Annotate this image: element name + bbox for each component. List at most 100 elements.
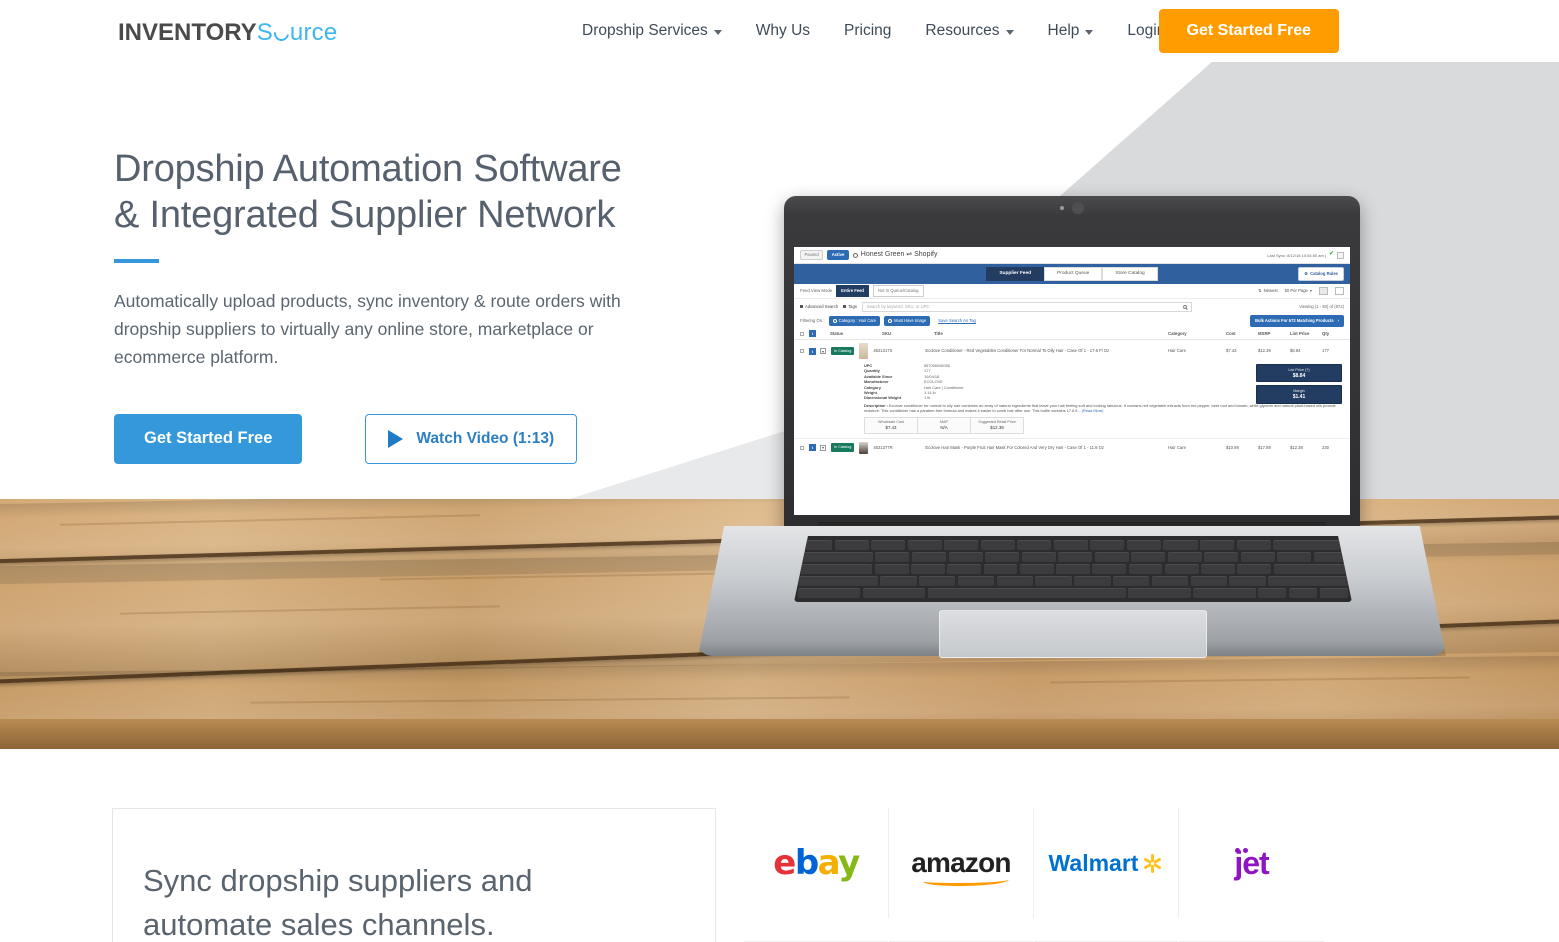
product-detail-panel: UPC 857096006055 Quantity 177 Available … [794, 362, 1350, 438]
sort-newest-button[interactable]: ⇅ Newest [1258, 288, 1277, 293]
status-badge: In Catalog [831, 346, 855, 356]
logo-text-urce: urce [289, 19, 338, 46]
remove-icon[interactable] [832, 318, 837, 323]
list-price-box[interactable]: List Price (?) $8.84 [1256, 364, 1342, 383]
nav-label: Help [1047, 22, 1080, 39]
hero-get-started-button[interactable]: Get Started Free [114, 413, 303, 464]
status-active-button[interactable]: Active [827, 249, 849, 261]
column-sku: SKU [882, 330, 892, 336]
tab-store-catalog[interactable]: Store Catalog [1102, 266, 1158, 282]
list-view-icon[interactable] [1319, 287, 1328, 295]
logo-cell-jet[interactable]: jet [1179, 808, 1324, 942]
row-checkbox[interactable] [800, 349, 804, 353]
row-qty: 230 [1322, 445, 1329, 451]
integration-title-text: Honest Green ⇌ Shopify [860, 250, 938, 258]
info-toggle-icon[interactable]: i [809, 330, 816, 337]
detail-key: Dimensional Weight [864, 395, 902, 401]
nav-label: Pricing [844, 22, 892, 39]
toggle-not-in-queue[interactable]: Not In Queue/Catalog [872, 285, 924, 297]
app-header-bar: Paused Active Honest Green ⇌ Shopify Las… [794, 247, 1350, 264]
nav-item-dropship-services[interactable]: Dropship Services [565, 22, 739, 40]
laptop-trackpad [939, 610, 1207, 658]
toggle-entire-feed[interactable]: Entire Feed [836, 285, 869, 297]
price-label: MAP [940, 419, 948, 424]
filter-chip-category[interactable]: Category : Hair Care [828, 316, 881, 326]
accent-divider [114, 258, 159, 263]
chevron-right-icon: › [1337, 318, 1339, 324]
grid-view-icon[interactable] [1335, 287, 1344, 295]
logo-cell-amazon[interactable]: amazon [889, 808, 1034, 942]
logo-text-s: S [256, 19, 273, 46]
hero-cta-group: Get Started Free Watch Video (1:13) [114, 413, 714, 464]
per-page-select[interactable]: 50 Per Page ▾ [1285, 288, 1312, 293]
advanced-search-toggle[interactable]: Advanced Search [800, 304, 838, 309]
table-row[interactable]: i ▾ In Catalog 4621377R Ecolove Hair Mas… [794, 437, 1350, 457]
watch-video-button[interactable]: Watch Video (1:13) [365, 413, 578, 464]
plus-icon [800, 305, 803, 308]
price-value: $12.39 [990, 425, 1004, 431]
row-title: Ecolove Conditioner - Red Vegetables Con… [925, 348, 1110, 354]
brand-logo[interactable]: INVENTORYS urce [118, 19, 337, 47]
select-all-checkbox[interactable] [800, 331, 804, 336]
search-input[interactable]: Search by keyword, SKU, or UPC [861, 301, 1192, 312]
bulk-actions-button[interactable]: Bulk Actions For 672 Matching Products › [1250, 315, 1344, 327]
tags-toggle[interactable]: Tags [843, 304, 857, 309]
filter-row: Filtering On : Category : Hair Care Must… [794, 314, 1350, 328]
filter-chip-must-have-image[interactable]: Must Have Image [884, 316, 931, 326]
last-sync-text: Last Sync: 8/12/18 10:54:50 am | [1267, 252, 1326, 258]
nav-item-help[interactable]: Help [1031, 22, 1111, 40]
column-title: Title [934, 330, 943, 336]
keyboard-row [798, 576, 1348, 586]
row-category: Hair Care [1168, 445, 1186, 451]
margin-box[interactable]: Margin $1.41 [1256, 385, 1342, 404]
amazon-logo-text: amazon [911, 847, 1011, 878]
landing-page: INVENTORYS urce Dropship Services Why Us … [0, 0, 1559, 942]
tab-product-queue[interactable]: Product Queue [1044, 266, 1103, 282]
search-placeholder: Search by keyword, SKU, or UPC [866, 303, 930, 309]
row-sku: 4621377R [873, 445, 893, 451]
list-price-value: $8.84 [1292, 372, 1306, 379]
description-label: Description : [864, 403, 888, 409]
logo-cell-walmart[interactable]: Walmart [1034, 808, 1179, 942]
status-paused-button[interactable]: Paused [800, 249, 824, 261]
price-cell-suggested-retail: Suggested Retail Price $12.39 [971, 418, 1023, 433]
keyboard-row [798, 564, 1348, 574]
detail-value: 1 lb [924, 395, 931, 401]
header-get-started-button[interactable]: Get Started Free [1158, 9, 1339, 53]
per-page-label: 50 Per Page [1284, 288, 1308, 294]
chevron-down-icon: ▾ [1309, 288, 1312, 294]
sync-heading-line2: automate sales channels. [143, 907, 495, 942]
nav-item-why-us[interactable]: Why Us [739, 22, 827, 40]
results-count: Viewing (1 - 50) of (672) [1299, 303, 1344, 309]
row-qty: 177 [1322, 348, 1329, 354]
save-search-link[interactable]: Save Search As Tag [938, 318, 976, 323]
read-more-link[interactable]: (Read More) [1082, 408, 1104, 413]
chevron-down-icon [713, 29, 722, 35]
price-value: N/A [940, 425, 948, 431]
nav-label: Resources [925, 22, 1000, 39]
site-header: INVENTORYS urce Dropship Services Why Us … [0, 0, 1559, 62]
check-icon: ✔ [1328, 251, 1334, 258]
laptop-keyboard [794, 536, 1352, 602]
table-row[interactable]: i ▾ In Catalog 4621317S Ecolove Conditio… [794, 340, 1350, 362]
row-checkbox[interactable] [800, 445, 804, 450]
row-msrp: $12.39 [1258, 348, 1271, 354]
column-category: Category [1168, 330, 1187, 336]
price-label: Wholesale Cost [878, 419, 904, 424]
info-icon[interactable]: i [809, 444, 816, 452]
jet-dot-icon [1243, 847, 1249, 853]
catalog-rules-button[interactable]: ⚙ Catalog Rules [1298, 267, 1344, 281]
margin-label: Margin [1293, 388, 1305, 393]
info-icon[interactable]: i [809, 347, 816, 355]
tab-supplier-feed[interactable]: Supplier Feed [986, 266, 1045, 282]
margin-value: $1.41 [1292, 394, 1306, 401]
chart-icon[interactable] [1337, 251, 1344, 259]
expand-icon[interactable]: ▾ [820, 444, 826, 451]
search-icon[interactable] [1182, 304, 1187, 309]
remove-icon[interactable] [888, 318, 893, 323]
jet-logo: jet [1234, 845, 1269, 882]
logo-cell-ebay[interactable]: ebay [744, 808, 889, 942]
nav-item-pricing[interactable]: Pricing [827, 22, 908, 40]
expand-icon[interactable]: ▾ [820, 348, 826, 354]
nav-item-resources[interactable]: Resources [908, 22, 1030, 40]
